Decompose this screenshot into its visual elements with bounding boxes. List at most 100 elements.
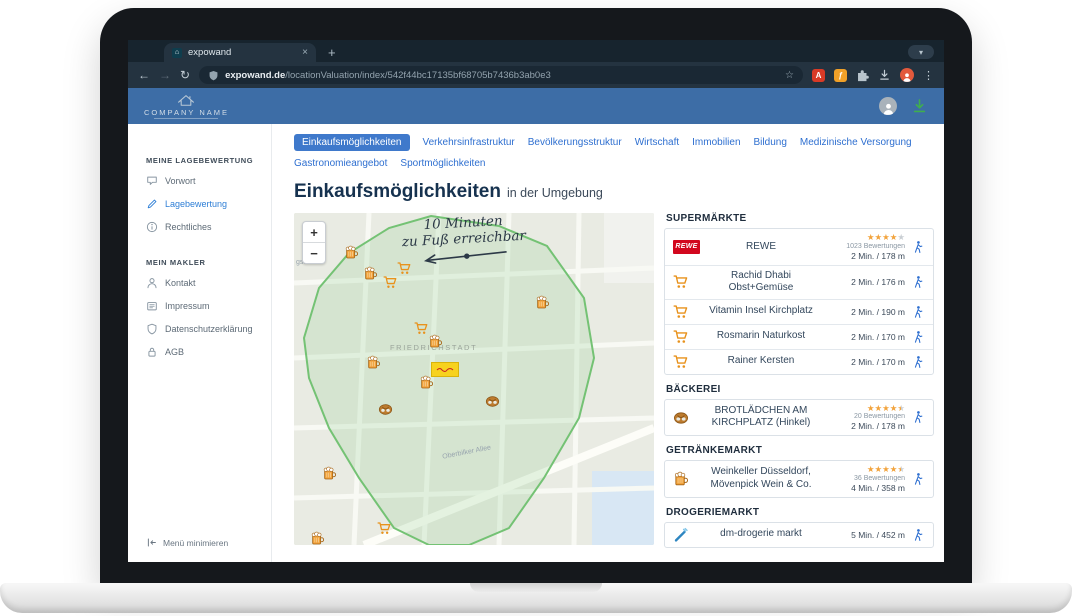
tab-wirtschaft[interactable]: Wirtschaft (635, 137, 679, 148)
poi-name: Rosmarin Naturkost (703, 330, 819, 343)
pretzel-icon (673, 409, 703, 425)
forward-button[interactable]: → (159, 69, 171, 81)
sidebar-item-rechtliches[interactable]: Rechtliches (146, 221, 271, 233)
shield-icon (146, 323, 158, 335)
pdf-extension-icon[interactable]: A (812, 69, 825, 82)
user-avatar[interactable] (879, 97, 897, 115)
tab-medizinische-versorgung[interactable]: Medizinische Versorgung (800, 137, 912, 148)
tab-verkehrsinfrastruktur[interactable]: Verkehrsinfrastruktur (423, 137, 515, 148)
category-tabs-row1: Einkaufsmöglichkeiten Verkehrsinfrastruk… (294, 134, 934, 151)
star-rating: ★★★★★ (819, 404, 905, 413)
poi-row[interactable]: Rosmarin Naturkost 2 Min. / 170 m (665, 324, 933, 349)
tab-sportmoeglichkeiten[interactable]: Sportmöglichkeiten (400, 158, 485, 169)
beer-marker[interactable] (363, 266, 378, 281)
beer-marker[interactable] (535, 295, 550, 310)
sidebar-item-impressum[interactable]: Impressum (146, 300, 271, 312)
browser-tabstrip: ⌂ expowand × + ▾ (128, 40, 944, 62)
download-report-icon[interactable] (911, 98, 928, 114)
sidebar-item-datenschutz[interactable]: Datenschutzerklärung (146, 323, 271, 335)
poi-row[interactable]: Rainer Kersten 2 Min. / 170 m (665, 349, 933, 374)
new-tab-button[interactable]: + (328, 43, 336, 62)
beer-marker[interactable] (428, 334, 443, 349)
tab-bevoelkerungsstruktur[interactable]: Bevölkerungsstruktur (528, 137, 622, 148)
sidebar: MEINE LAGEBEWERTUNG Vorwort Lagebewertun… (128, 124, 272, 562)
poi-row[interactable]: Rachid Dhabi Obst+Gemüse 2 Min. / 176 m (665, 265, 933, 299)
site-header: COMPANY NAME (128, 88, 944, 124)
walk-time: 2 Min. / 178 m (819, 421, 905, 431)
tab-gastronomieangebot[interactable]: Gastronomieangebot (294, 158, 387, 169)
tab-search-button[interactable]: ▾ (908, 45, 934, 59)
category-tabs-row2: Gastronomieangebot Sportmöglichkeiten (294, 158, 934, 169)
sidebar-item-kontakt[interactable]: Kontakt (146, 277, 271, 289)
walk-time: 2 Min. / 170 m (819, 332, 905, 342)
zoom-out-button[interactable]: − (303, 242, 325, 263)
pencil-icon (146, 198, 158, 210)
section-title-drogeriemarkt: DROGERIEMARKT (666, 507, 934, 518)
sidebar-section-title: MEINE LAGEBEWERTUNG (146, 156, 271, 165)
minimize-menu-button[interactable]: Menü minimieren (146, 537, 228, 548)
tab-einkaufsmoeglichkeiten[interactable]: Einkaufsmöglichkeiten (294, 134, 410, 151)
speech-bubble-icon (146, 175, 158, 187)
sidebar-item-vorwort[interactable]: Vorwort (146, 175, 271, 187)
back-button[interactable]: ← (138, 69, 150, 81)
walk-time: 5 Min. / 452 m (819, 530, 905, 540)
poi-name: Weinkeller Düsseldorf, Mövenpick Wein & … (703, 466, 819, 491)
poi-row[interactable]: Weinkeller Düsseldorf, Mövenpick Wein & … (665, 461, 933, 497)
poi-panel: SUPERMÄRKTE REWE REWE ★★★★★ 1023 Bewertu… (664, 213, 934, 557)
beer-marker[interactable] (322, 466, 337, 481)
cart-marker[interactable] (383, 275, 398, 290)
cart-icon (673, 354, 703, 370)
map-zoom-control: + − (302, 221, 326, 264)
rewe-logo: REWE (673, 240, 700, 254)
tab-bildung[interactable]: Bildung (754, 137, 787, 148)
walking-person-icon (911, 275, 925, 289)
house-logo-icon (175, 93, 197, 107)
walking-person-icon (911, 472, 925, 486)
browser-tab[interactable]: ⌂ expowand × (164, 43, 316, 62)
walk-time: 2 Min. / 190 m (819, 307, 905, 317)
site-info-shield-icon[interactable] (208, 70, 219, 81)
laptop-base-notch (470, 583, 602, 592)
poi-row-rewe[interactable]: REWE REWE ★★★★★ 1023 Bewertungen 2 Min. … (665, 229, 933, 265)
tab-immobilien[interactable]: Immobilien (692, 137, 740, 148)
beer-marker[interactable] (344, 245, 359, 260)
beer-marker[interactable] (366, 355, 381, 370)
extensions-puzzle-icon[interactable] (856, 68, 869, 82)
section-title-baeckerei: BÄCKEREI (666, 384, 934, 395)
logo-divider (154, 118, 218, 119)
beer-marker[interactable] (419, 375, 434, 390)
beer-icon (673, 471, 703, 487)
cart-icon (673, 274, 703, 290)
browser-menu-icon[interactable]: ⋮ (923, 69, 934, 82)
tab-close-icon[interactable]: × (302, 47, 308, 58)
sidebar-item-agb[interactable]: AGB (146, 346, 271, 358)
cart-marker[interactable] (414, 321, 429, 336)
downloads-icon[interactable] (878, 69, 891, 81)
company-name: COMPANY NAME (144, 108, 229, 117)
store-logo-marker[interactable] (431, 362, 459, 377)
walking-person-icon (911, 410, 925, 424)
extension-icon[interactable]: ƒ (834, 69, 847, 82)
beer-marker[interactable] (310, 531, 325, 545)
bookmark-star-icon[interactable]: ☆ (785, 70, 794, 81)
page-heading: Einkaufsmöglichkeitenin der Umgebung (294, 181, 934, 203)
poi-name: Rachid Dhabi Obst+Gemüse (703, 270, 819, 295)
map[interactable]: + − 10 Minuten zu Fuß erreichbar (294, 213, 654, 545)
browser-profile-avatar[interactable] (900, 68, 914, 82)
laptop-base (0, 583, 1072, 613)
pretzel-marker[interactable] (485, 393, 500, 408)
sidebar-item-lagebewertung[interactable]: Lagebewertung (146, 198, 271, 210)
poi-row[interactable]: Vitamin Insel Kirchplatz 2 Min. / 190 m (665, 299, 933, 324)
refresh-button[interactable]: ↻ (180, 69, 190, 81)
pretzel-marker[interactable] (378, 401, 393, 416)
poi-row[interactable]: BROTLÄDCHEN AM KIRCHPLATZ (Hinkel) ★★★★★… (665, 400, 933, 436)
star-rating: ★★★★★ (819, 233, 905, 242)
poi-row[interactable]: dm-drogerie markt 5 Min. / 452 m (665, 523, 933, 547)
walk-time: 2 Min. / 178 m (819, 251, 905, 261)
zoom-in-button[interactable]: + (303, 222, 325, 242)
address-bar[interactable]: expowand.de/locationValuation/index/542f… (199, 66, 803, 84)
annotation-arrow (416, 246, 513, 266)
company-logo[interactable]: COMPANY NAME (144, 93, 229, 119)
cart-marker[interactable] (377, 521, 392, 536)
toothbrush-icon (673, 527, 703, 543)
